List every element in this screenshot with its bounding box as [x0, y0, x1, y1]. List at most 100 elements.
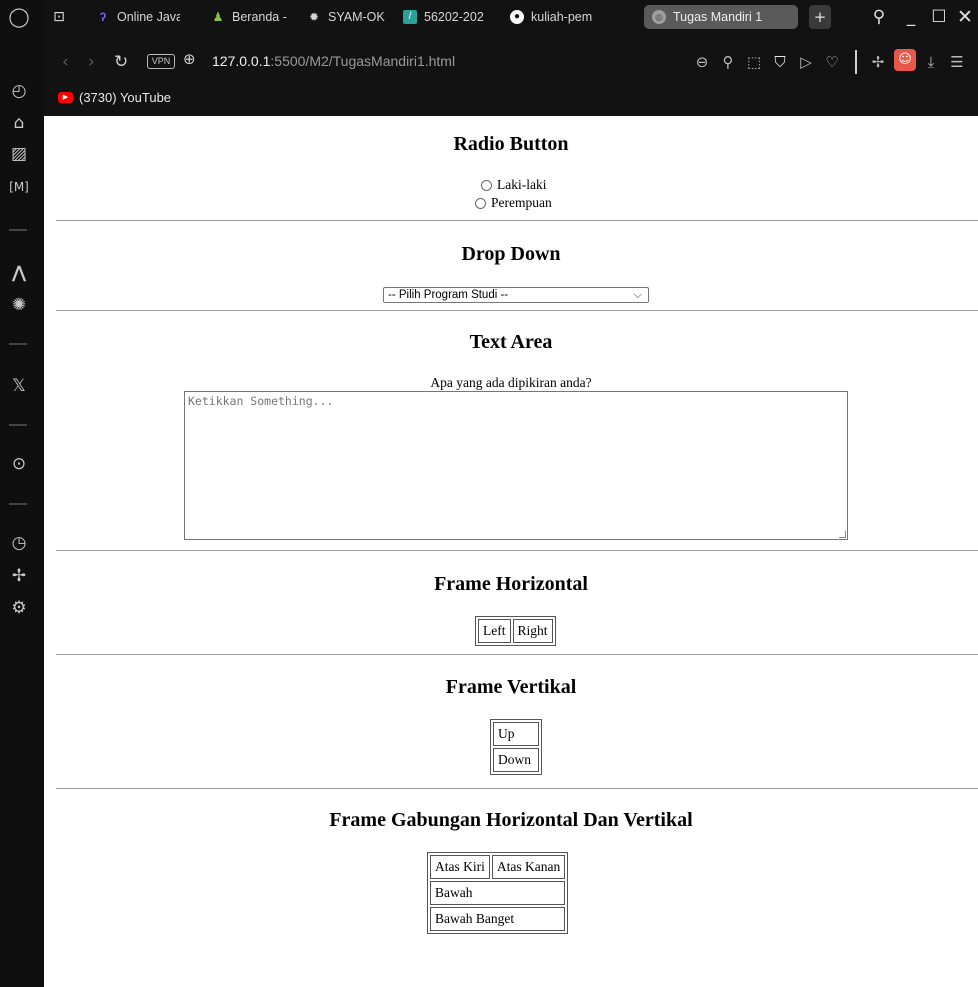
- globe-icon: ◍: [652, 10, 666, 24]
- program-studi-select[interactable]: -- Pilih Program Studi -- ⌵: [383, 287, 649, 303]
- sidebar-divider: [9, 229, 27, 231]
- bookmarks-bar: ▶ (3730) YouTube: [44, 82, 978, 116]
- chevron-down-icon: ⌵: [633, 289, 642, 301]
- settings-icon[interactable]: ⚙: [6, 597, 32, 619]
- pinboard-icon[interactable]: ⌂: [6, 112, 32, 134]
- address-field[interactable]: 127.0.0.1:5500/M2/TugasMandiri1.html: [212, 53, 455, 69]
- profile-avatar[interactable]: ☺: [894, 49, 916, 71]
- frame-cell-top-right: Atas Kanan: [491, 855, 566, 879]
- section-divider: [56, 220, 978, 221]
- tab-label: SYAM-OK: [328, 10, 385, 24]
- section-divider: [56, 654, 978, 655]
- radio-label: Laki-laki: [497, 177, 547, 192]
- textarea-placeholder: Ketikkan Something...: [188, 394, 334, 408]
- snapshot-icon[interactable]: ⬚: [745, 52, 763, 72]
- tab-online-java[interactable]: ʔ Online Java: [96, 5, 180, 29]
- url-host: 127.0.0.1: [212, 53, 271, 69]
- chess-pawn-icon: ♟: [212, 10, 224, 24]
- dropdown-section-title: Drop Down: [461, 243, 561, 265]
- sidebar-divider: [9, 343, 27, 345]
- send-icon[interactable]: ▷: [797, 52, 815, 72]
- shield-icon[interactable]: ⛉: [771, 52, 789, 72]
- site-info-icon[interactable]: ⊕: [183, 50, 196, 68]
- frame-horizontal-title: Frame Horizontal: [434, 573, 588, 595]
- new-tab-button[interactable]: +: [809, 5, 831, 29]
- radio-option-female[interactable]: Perempuan: [475, 195, 552, 211]
- pin-icon[interactable]: ⚲: [719, 52, 737, 72]
- tab-label: 56202-202: [424, 10, 484, 24]
- extensions-icon[interactable]: ✢: [869, 52, 887, 72]
- url-path: :5500/M2/TugasMandiri1.html: [270, 53, 456, 69]
- radio-circle[interactable]: [481, 179, 492, 191]
- markdown-icon[interactable]: [M]: [6, 176, 32, 198]
- opera-logo-icon[interactable]: ◯: [6, 6, 32, 28]
- bookmark-label: (3730) YouTube: [79, 89, 172, 105]
- textarea-label: Apa yang ada dipikiran anda?: [430, 375, 592, 390]
- minimize-button[interactable]: _: [900, 5, 922, 29]
- frame-vertical-title: Frame Vertikal: [445, 676, 577, 698]
- sidebar-divider: [9, 424, 27, 426]
- tab-label: Online Java: [117, 10, 180, 24]
- section-divider: [56, 310, 978, 311]
- radio-option-male[interactable]: Laki-laki: [481, 177, 546, 193]
- bookmark-youtube[interactable]: ▶ (3730) YouTube: [58, 88, 171, 106]
- tab-beranda[interactable]: ♟ Beranda -: [211, 5, 289, 29]
- chatgpt-icon[interactable]: ✺: [6, 294, 32, 316]
- frame-cell-up: Up: [493, 722, 539, 746]
- browser-sidebar: ◯ ◴ ⌂ ▨ [M] ⋀ ✺ 𝕏 ⊙ ◷ ✢ ⚙: [0, 0, 44, 987]
- frame-cell-bottom-most: Bawah Banget: [430, 907, 566, 931]
- search-tabs-icon[interactable]: ⚲: [868, 5, 890, 29]
- toolbar-divider: [855, 50, 857, 74]
- frame-combined-table: Atas Kiri Atas Kanan Bawah Bawah Banget: [427, 852, 569, 934]
- frame-cell-down: Down: [493, 748, 539, 772]
- thoughts-textarea[interactable]: Ketikkan Something...: [184, 391, 848, 540]
- tab-56202[interactable]: / 56202-202: [403, 5, 487, 29]
- section-divider: [56, 550, 978, 551]
- textarea-section-title: Text Area: [469, 331, 553, 353]
- github-icon: ●: [510, 10, 524, 24]
- radio-section-title: Radio Button: [453, 133, 569, 155]
- back-button[interactable]: ‹: [62, 52, 69, 72]
- download-icon[interactable]: ⤓: [922, 52, 940, 72]
- document-icon: /: [403, 10, 417, 24]
- frame-cell-left: Left: [478, 619, 511, 643]
- select-value: -- Pilih Program Studi --: [388, 289, 509, 301]
- tab-kuliah-pem[interactable]: ● kuliah-pem: [510, 5, 604, 29]
- frame-combined-title: Frame Gabungan Horizontal Dan Vertikal: [329, 809, 693, 831]
- radio-circle[interactable]: [475, 197, 486, 209]
- tab-label: kuliah-pem: [531, 10, 593, 24]
- player-icon[interactable]: ⊙: [6, 453, 32, 475]
- extensions-icon[interactable]: ✢: [6, 565, 32, 587]
- replit-icon: ʔ: [99, 10, 107, 24]
- history-icon[interactable]: ◷: [6, 532, 32, 554]
- maximize-button[interactable]: ☐: [928, 5, 950, 29]
- frame-cell-bottom: Bawah: [430, 881, 566, 905]
- zoom-icon[interactable]: ⊖: [693, 52, 711, 72]
- tab-label: Beranda -: [232, 10, 287, 24]
- gear-icon: ✹: [308, 10, 320, 24]
- x-twitter-icon[interactable]: 𝕏: [6, 375, 32, 397]
- tab-syam-ok[interactable]: ✹ SYAM-OK: [307, 5, 387, 29]
- sidebar-divider: [9, 503, 27, 505]
- frame-vertical-table: Up Down: [490, 719, 542, 775]
- section-divider: [56, 788, 978, 789]
- tab-islands-icon[interactable]: ⊡: [48, 5, 70, 29]
- vpn-badge[interactable]: VPN: [147, 54, 175, 69]
- resize-handle-icon[interactable]: [839, 531, 846, 538]
- navigation-bar: ‹ › ↻ VPN ⊕ 127.0.0.1:5500/M2/TugasMandi…: [44, 34, 978, 82]
- close-window-button[interactable]: ✕: [954, 5, 976, 29]
- tab-tugas-mandiri[interactable]: ◍ Tugas Mandiri 1: [644, 5, 798, 29]
- page-content: Radio Button Laki-laki Perempuan Drop Do…: [44, 116, 978, 987]
- forward-button[interactable]: ›: [88, 52, 95, 72]
- menu-icon[interactable]: ☰: [948, 52, 966, 72]
- tab-strip: ⊡ ʔ Online Java ♟ Beranda - ✹ SYAM-OK / …: [44, 0, 978, 34]
- snapshot-icon[interactable]: ▨: [6, 143, 32, 165]
- tab-label: Tugas Mandiri 1: [673, 10, 763, 24]
- reload-button[interactable]: ↻: [114, 52, 128, 72]
- radio-label: Perempuan: [491, 195, 552, 210]
- aria-icon[interactable]: ⋀: [6, 262, 32, 284]
- heart-icon[interactable]: ♡: [823, 52, 841, 72]
- frame-horizontal-table: Left Right: [475, 616, 556, 646]
- youtube-icon: ▶: [58, 91, 73, 103]
- speed-dial-icon[interactable]: ◴: [6, 80, 32, 102]
